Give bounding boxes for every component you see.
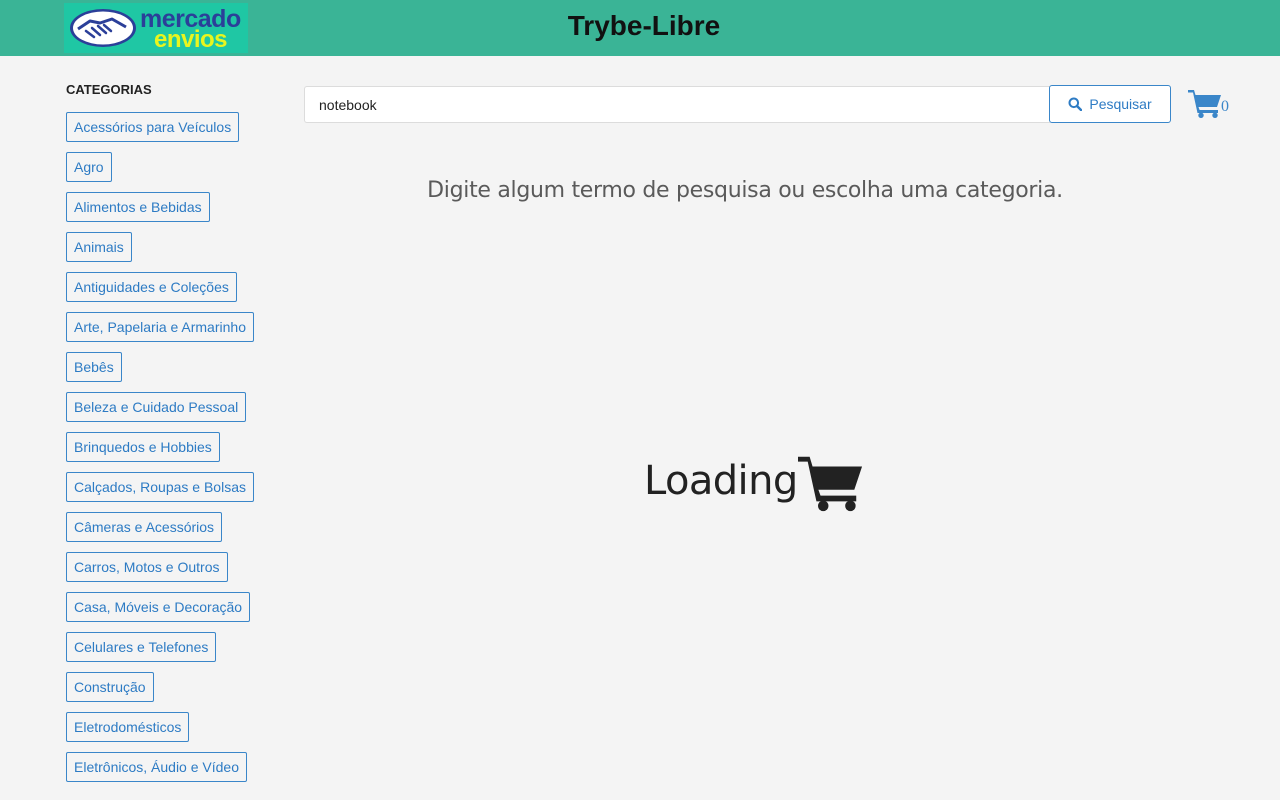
logo-text-envios: envios bbox=[154, 26, 228, 53]
category-button[interactable]: Calçados, Roupas e Bolsas bbox=[66, 472, 254, 502]
search-hint: Digite algum termo de pesquisa ou escolh… bbox=[427, 178, 1063, 203]
category-button[interactable]: Construção bbox=[66, 672, 154, 702]
category-button[interactable]: Beleza e Cuidado Pessoal bbox=[66, 392, 247, 422]
categories-heading: CATEGORIAS bbox=[66, 82, 152, 97]
cart-count: 0 bbox=[1221, 98, 1229, 115]
category-button[interactable]: Casa, Móveis e Decoração bbox=[66, 592, 251, 622]
category-button[interactable]: Agro bbox=[66, 152, 112, 182]
category-button[interactable]: Alimentos e Bebidas bbox=[66, 192, 210, 222]
category-list: Acessórios para Veículos Agro Alimentos … bbox=[66, 112, 254, 782]
loading-indicator: Loading bbox=[644, 452, 864, 512]
cart-button[interactable]: 0 bbox=[1188, 88, 1234, 122]
category-button[interactable]: Câmeras e Acessórios bbox=[66, 512, 223, 542]
category-button[interactable]: Antiguidades e Coleções bbox=[66, 272, 237, 302]
search-button[interactable]: Pesquisar bbox=[1049, 85, 1171, 123]
shopping-cart-icon bbox=[797, 456, 862, 512]
search-icon bbox=[1068, 97, 1083, 111]
category-button[interactable]: Eletrodomésticos bbox=[66, 712, 190, 742]
app-title: Trybe-Libre bbox=[567, 10, 721, 41]
top-bar: mercado envios Trybe-Libre bbox=[0, 0, 1280, 56]
category-button[interactable]: Brinquedos e Hobbies bbox=[66, 432, 220, 462]
category-button[interactable]: Carros, Motos e Outros bbox=[66, 552, 228, 582]
shopping-cart-icon bbox=[1188, 90, 1221, 118]
category-button[interactable]: Bebês bbox=[66, 352, 122, 382]
search-button-label: Pesquisar bbox=[1089, 96, 1152, 112]
search-input[interactable] bbox=[304, 86, 1050, 123]
category-button[interactable]: Celulares e Telefones bbox=[66, 632, 217, 662]
category-button[interactable]: Animais bbox=[66, 232, 132, 262]
category-button[interactable]: Acessórios para Veículos bbox=[66, 112, 240, 142]
category-button[interactable]: Arte, Papelaria e Armarinho bbox=[66, 312, 254, 342]
loading-label: Loading bbox=[644, 458, 798, 504]
category-button[interactable]: Eletrônicos, Áudio e Vídeo bbox=[66, 752, 247, 782]
mercado-envios-logo[interactable]: mercado envios bbox=[64, 3, 248, 53]
handshake-icon bbox=[70, 9, 136, 47]
